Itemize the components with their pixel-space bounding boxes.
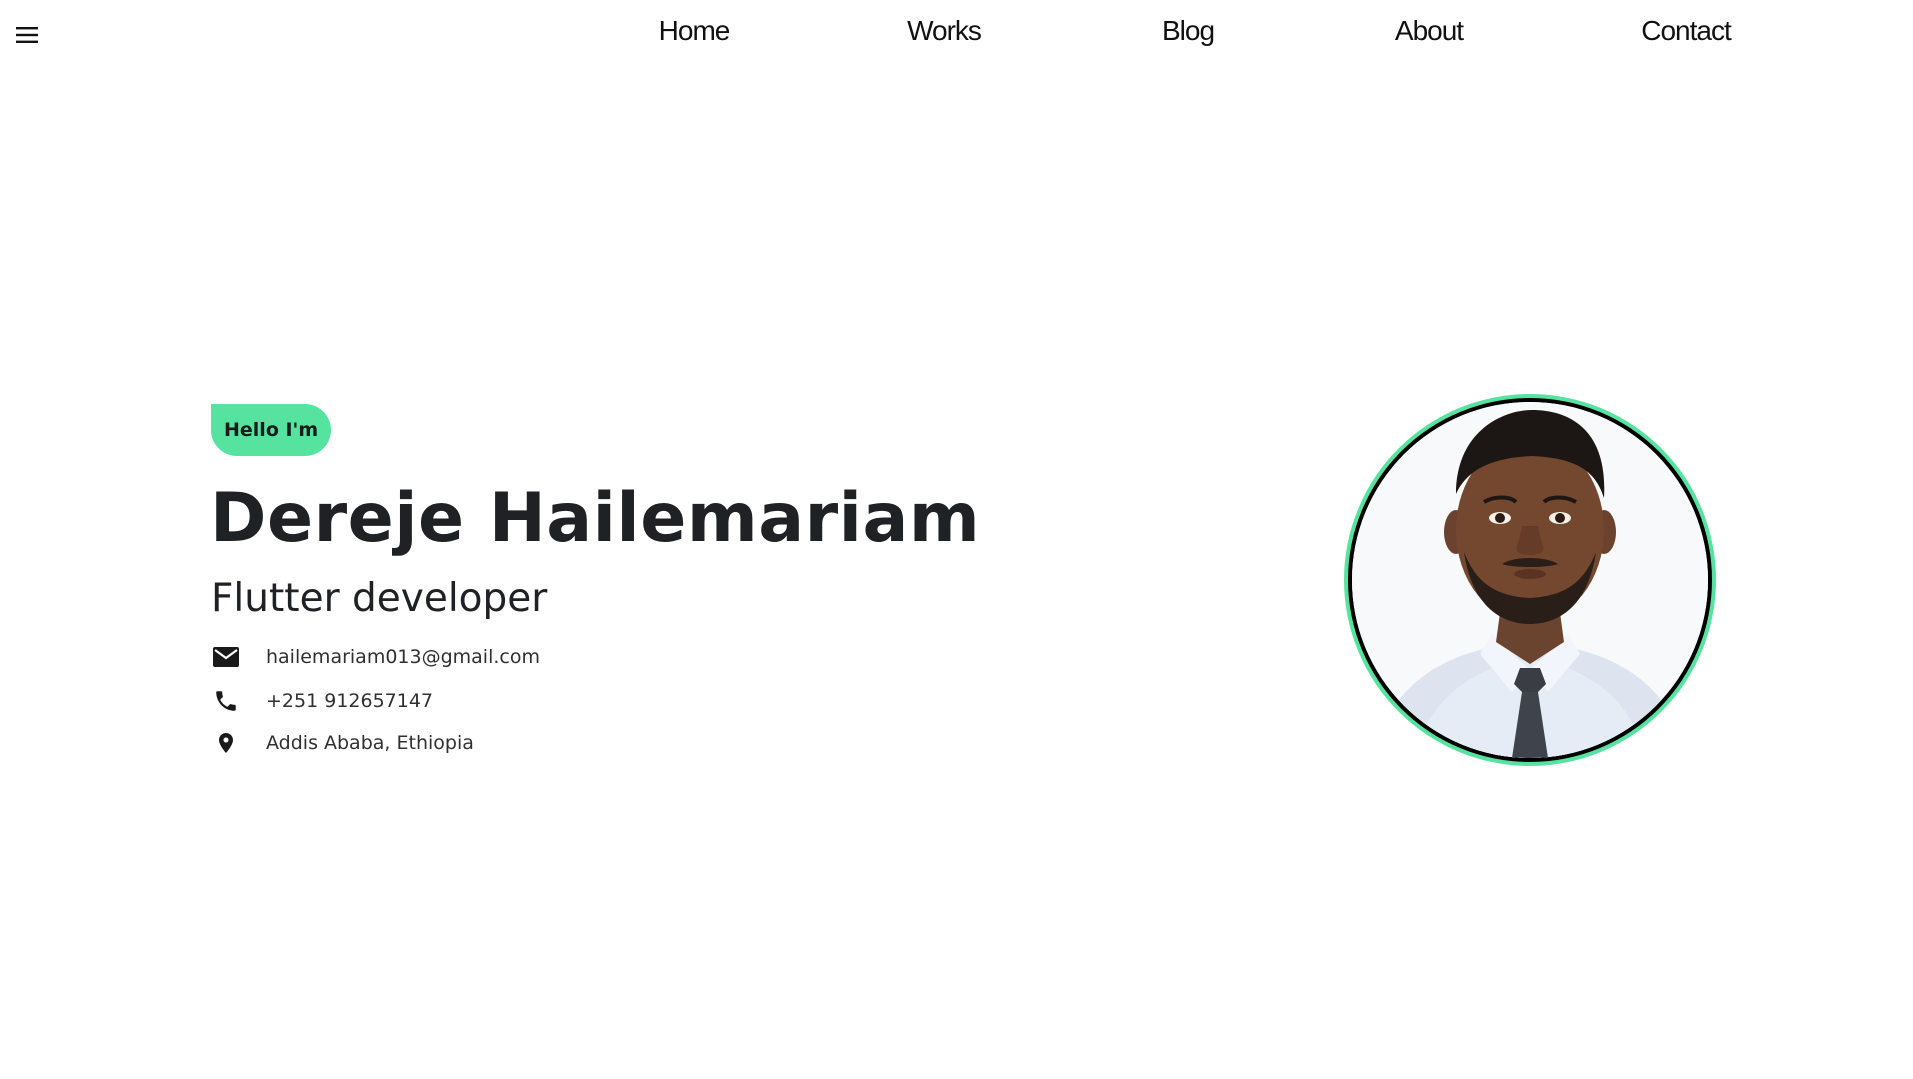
greeting-badge: Hello I'm	[211, 404, 332, 456]
contact-location-row: Addis Ababa, Ethiopia	[211, 727, 474, 759]
nav-link-contact[interactable]: Contact	[1641, 15, 1731, 47]
nav-link-home[interactable]: Home	[659, 15, 731, 47]
hero-name: Dereje Hailemariam	[210, 479, 981, 558]
person-portrait-icon	[1352, 402, 1708, 758]
avatar-border	[1348, 398, 1712, 762]
nav-link-about[interactable]: About	[1395, 15, 1464, 47]
avatar-photo	[1352, 402, 1708, 758]
contact-email-row: hailemariam013@gmail.com	[211, 641, 540, 673]
hero-role: Flutter developer	[211, 576, 548, 621]
contact-email-text[interactable]: hailemariam013@gmail.com	[266, 646, 540, 668]
nav-link-blog[interactable]: Blog	[1162, 15, 1215, 47]
avatar	[1344, 394, 1716, 766]
nav-link-works[interactable]: Works	[907, 15, 982, 47]
contact-phone-text[interactable]: +251 912657147	[266, 690, 433, 712]
hamburger-menu-icon[interactable]	[14, 24, 40, 46]
greeting-text: Hello I'm	[224, 419, 319, 441]
contact-location-text: Addis Ababa, Ethiopia	[266, 732, 474, 754]
phone-icon	[211, 686, 241, 716]
contact-phone-row: +251 912657147	[211, 685, 433, 717]
email-icon	[211, 642, 241, 672]
portfolio-page: Home Works Blog About Contact Hello I'm …	[0, 0, 1913, 1079]
location-pin-icon	[211, 728, 241, 758]
